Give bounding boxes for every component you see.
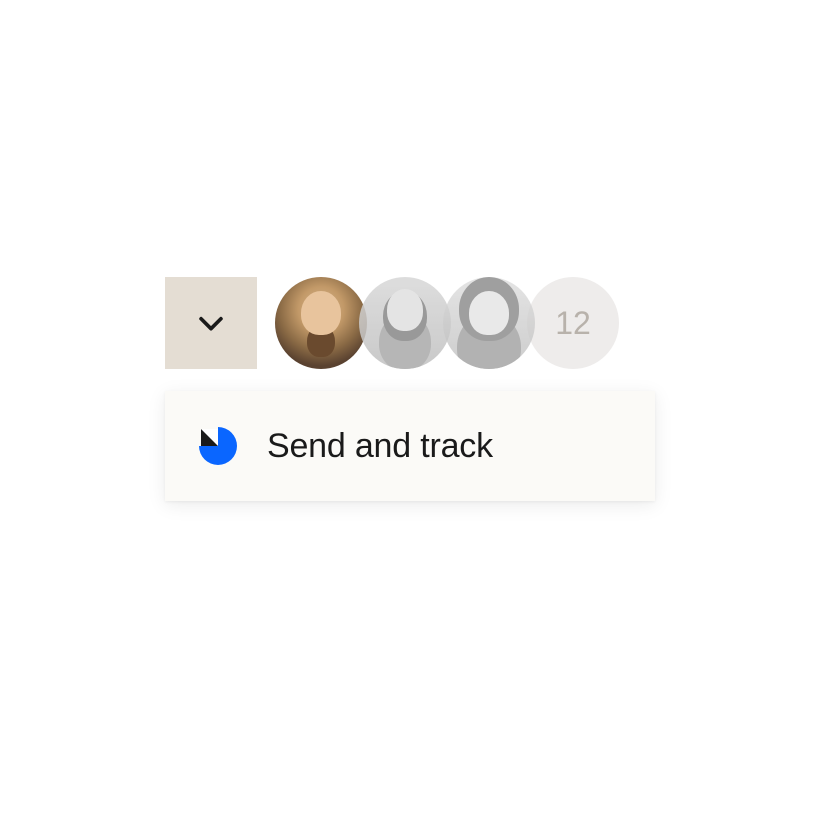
- user-avatar[interactable]: [359, 277, 451, 369]
- user-avatar[interactable]: [443, 277, 535, 369]
- avatar-overflow-count[interactable]: 12: [527, 277, 619, 369]
- dropdown-button[interactable]: [165, 277, 257, 369]
- chevron-down-icon: [194, 306, 228, 340]
- user-avatar[interactable]: [275, 277, 367, 369]
- avatar-group: 12: [275, 277, 619, 369]
- analytics-icon: [197, 425, 239, 467]
- share-controls-row: 12: [165, 277, 655, 369]
- send-and-track-menu-item[interactable]: Send and track: [165, 391, 655, 501]
- menu-item-label: Send and track: [267, 427, 493, 466]
